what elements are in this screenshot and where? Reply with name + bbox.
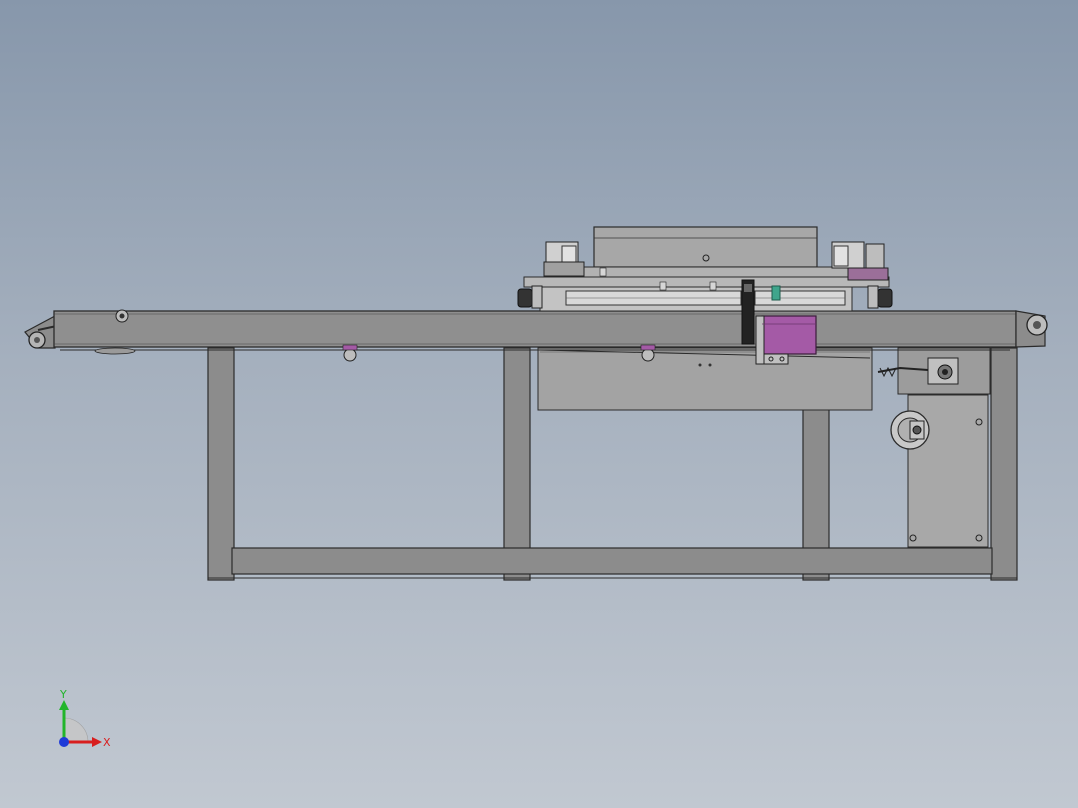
leg-4 xyxy=(990,347,1018,581)
bottom-rail xyxy=(231,547,993,575)
leg-2 xyxy=(503,347,531,581)
coordinate-triad: Y X xyxy=(59,688,111,749)
cad-viewport[interactable]: Y X xyxy=(0,0,1078,808)
conveyor-beam xyxy=(24,309,1048,362)
machine-drawing: Y X xyxy=(24,226,1048,749)
drive-cabinet xyxy=(877,347,991,548)
y-axis-label: Y xyxy=(59,688,67,701)
z-axis-dot xyxy=(59,737,69,747)
x-axis-label: X xyxy=(103,736,111,749)
leg-1 xyxy=(207,347,235,581)
drive-motor xyxy=(761,315,817,355)
